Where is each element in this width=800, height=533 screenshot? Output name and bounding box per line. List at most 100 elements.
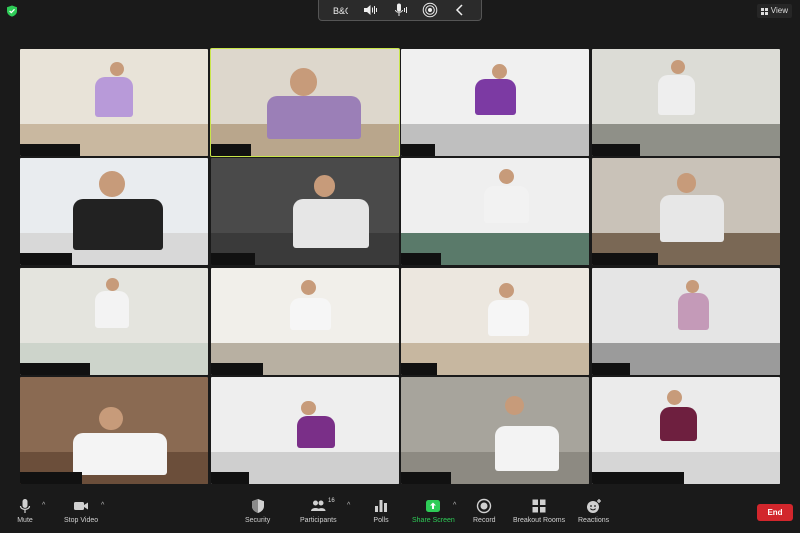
grid-squares-icon	[532, 499, 546, 513]
participant-name-redacted	[210, 471, 249, 484]
participant-figure	[659, 194, 724, 242]
breakout-rooms-button[interactable]: Breakout Rooms	[513, 498, 565, 524]
end-meeting-button[interactable]: End	[757, 504, 793, 521]
record-button[interactable]: Record	[473, 498, 496, 524]
participant-figure	[72, 198, 163, 251]
participant-figure	[659, 406, 698, 442]
participant-figure	[487, 299, 530, 337]
share-options-caret-icon[interactable]: ^	[453, 502, 456, 509]
participant-name-redacted	[210, 253, 255, 266]
record-label: Record	[473, 517, 496, 524]
meeting-toolbar: Mute ^ Stop Video ^ Security Participant…	[0, 495, 800, 533]
participant-figure	[95, 76, 133, 118]
video-tile[interactable]	[592, 267, 780, 375]
participant-figure	[495, 426, 560, 472]
participant-name-redacted	[210, 144, 251, 156]
participants-count: 16	[328, 498, 335, 504]
participant-head	[499, 282, 515, 298]
video-tile[interactable]	[209, 48, 400, 157]
bar-chart-icon	[375, 500, 387, 512]
video-tile[interactable]	[210, 267, 399, 375]
share-screen-label: Share Screen	[412, 517, 455, 524]
shield-icon	[251, 499, 264, 513]
participant-name-redacted	[401, 471, 452, 484]
participant-figure	[72, 432, 167, 476]
participants-label: Participants	[300, 517, 337, 524]
record-circle-icon	[477, 498, 492, 514]
broadcast-icon[interactable]	[422, 2, 438, 18]
mute-button[interactable]: Mute	[17, 498, 33, 524]
grid-view-icon	[760, 7, 768, 15]
video-options-caret-icon[interactable]: ^	[101, 502, 104, 509]
participant-head	[499, 169, 515, 184]
participant-name-redacted	[401, 253, 442, 266]
video-tile[interactable]	[592, 376, 780, 484]
view-label: View	[770, 6, 788, 15]
participant-name-redacted	[20, 253, 72, 266]
polls-label: Polls	[373, 517, 389, 524]
participant-figure	[657, 74, 696, 116]
video-tile[interactable]	[401, 376, 590, 484]
participant-head	[300, 400, 316, 416]
participant-name-redacted	[210, 362, 263, 375]
video-gallery	[20, 48, 780, 484]
participant-figure	[297, 415, 335, 448]
participant-name-redacted	[592, 362, 630, 375]
participant-name-redacted	[401, 144, 436, 156]
video-tile[interactable]	[210, 158, 399, 266]
participant-name-redacted	[20, 362, 90, 375]
participant-name-redacted	[592, 253, 658, 266]
stop-video-label: Stop Video	[64, 517, 99, 524]
security-button[interactable]: Security	[245, 498, 270, 524]
video-tile[interactable]	[20, 376, 208, 484]
video-tile[interactable]	[401, 158, 590, 266]
participant-head	[667, 389, 683, 405]
participant-head	[676, 173, 696, 193]
shield-check-icon[interactable]	[6, 5, 18, 17]
participant-head	[110, 61, 125, 76]
participant-name-redacted	[20, 471, 82, 484]
polls-button[interactable]: Polls	[373, 498, 389, 524]
bo-brand-icon: B&O	[333, 6, 348, 16]
video-tile[interactable]	[210, 376, 399, 484]
video-tile[interactable]	[401, 49, 590, 156]
reactions-button[interactable]: Reactions	[578, 498, 609, 524]
participant-head	[98, 171, 125, 197]
video-tile[interactable]	[592, 158, 780, 266]
breakout-rooms-label: Breakout Rooms	[513, 517, 566, 524]
participant-figure	[484, 186, 530, 223]
bo-logo-text: B&O	[333, 6, 348, 16]
video-tile[interactable]	[20, 158, 208, 266]
share-up-arrow-icon	[426, 500, 441, 512]
microphone-icon	[19, 499, 31, 513]
speaker-volume-icon[interactable]	[362, 2, 378, 18]
microphone-level-icon[interactable]	[392, 2, 408, 18]
participants-options-caret-icon[interactable]: ^	[347, 502, 350, 509]
video-tile[interactable]	[592, 49, 780, 156]
share-screen-button[interactable]: Share Screen	[412, 498, 455, 524]
participant-name-redacted	[592, 471, 684, 484]
video-camera-icon	[74, 502, 89, 510]
view-button[interactable]: View	[756, 4, 792, 18]
participant-figure	[289, 297, 331, 330]
participant-figure	[95, 291, 130, 328]
video-tile[interactable]	[401, 267, 590, 375]
chevron-left-icon[interactable]	[452, 2, 468, 18]
video-tile[interactable]	[20, 49, 208, 156]
reactions-label: Reactions	[578, 517, 610, 524]
participant-head	[98, 406, 123, 431]
participant-head	[670, 59, 685, 74]
participant-figure	[293, 198, 369, 249]
mute-options-caret-icon[interactable]: ^	[42, 502, 45, 509]
participant-name-redacted	[401, 362, 438, 375]
security-label: Security	[245, 517, 271, 524]
people-icon	[311, 500, 326, 511]
smiley-plus-icon	[586, 499, 601, 513]
video-tile[interactable]	[20, 267, 208, 375]
audio-controls-bar: B&O	[318, 0, 482, 21]
participant-figure	[474, 78, 516, 116]
participant-figure	[267, 96, 362, 139]
participant-name-redacted	[20, 144, 80, 156]
stop-video-button[interactable]: Stop Video	[64, 498, 98, 524]
participant-figure	[678, 293, 709, 330]
